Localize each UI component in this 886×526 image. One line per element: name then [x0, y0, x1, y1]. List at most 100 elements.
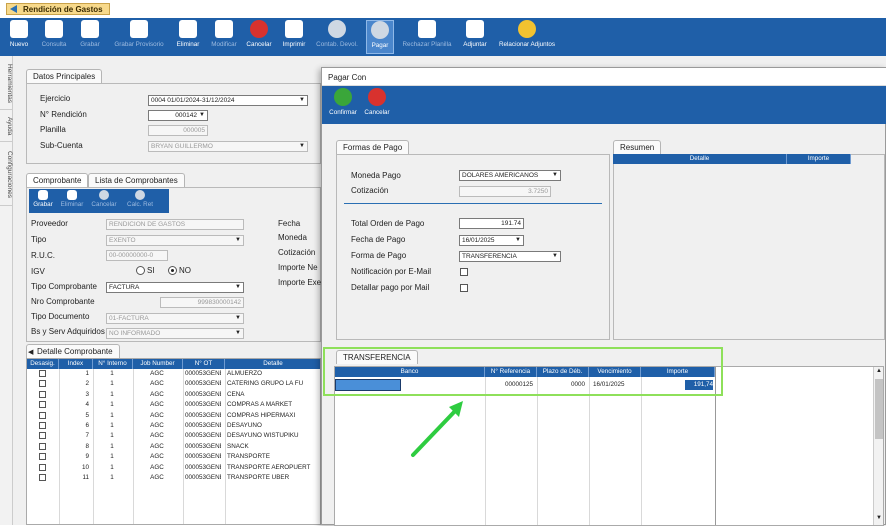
app-title-tab[interactable]: Rendición de Gastos: [6, 3, 110, 15]
desasig-checkbox[interactable]: [39, 463, 46, 471]
pagar-button[interactable]: Pagar: [366, 20, 394, 54]
scroll-thumb[interactable]: [875, 379, 883, 439]
grid-line: [589, 377, 590, 525]
col-nro-interno[interactable]: N° Interno: [93, 359, 133, 369]
tab-detalle-comprobante[interactable]: ◀ Detalle Comprobante: [26, 344, 120, 358]
desasig-checkbox[interactable]: [39, 411, 46, 419]
desasig-checkbox[interactable]: [39, 432, 46, 440]
adjuntar-button[interactable]: Adjuntar: [460, 20, 490, 54]
table-row[interactable]: 5 1 AGC 000053GENE COMPRAS HIPERMAXI: [27, 411, 320, 421]
tab-resumen[interactable]: Resumen: [613, 140, 662, 154]
grabar-button[interactable]: Grabar: [75, 20, 105, 54]
side-tab-herramientas[interactable]: Herramientas: [0, 58, 13, 110]
fecha-pago-select[interactable]: 16/01/2025: [459, 235, 524, 246]
resumen-header: Detalle Importe: [613, 154, 851, 164]
side-tab-ayuda[interactable]: Ayuda: [0, 112, 13, 142]
table-row[interactable]: 1 1 AGC 000053GENE ALMUERZO: [27, 369, 320, 379]
table-cell: 1: [110, 380, 114, 388]
desasig-checkbox[interactable]: [39, 474, 46, 481]
table-row[interactable]: 9 1 AGC 000053GENE TRANSPORTE: [27, 452, 320, 462]
igv-no-label: NO: [179, 266, 191, 275]
table-row[interactable]: 7 1 AGC 000053GENE DESAYUNO WISTUPIKU: [27, 431, 320, 441]
table-cell: 1: [110, 411, 114, 419]
table-cell: 000053GENE: [185, 401, 221, 409]
resumen-col-detalle[interactable]: Detalle: [613, 154, 787, 164]
desasig-checkbox[interactable]: [39, 401, 46, 409]
nuevo-button[interactable]: Nuevo: [6, 20, 32, 54]
detallar-checkbox[interactable]: [460, 284, 468, 292]
igv-si-radio[interactable]: [136, 266, 145, 275]
ruc-label: R.U.C.: [31, 251, 55, 260]
nro-rendicion-select[interactable]: 000142: [148, 110, 208, 121]
cancel-icon: [250, 20, 268, 38]
side-tabs: Herramientas Ayuda Configuraciones: [0, 56, 13, 525]
imprimir-button[interactable]: Imprimir: [279, 20, 309, 54]
side-tab-configuraciones[interactable]: Configuraciones: [0, 144, 13, 206]
table-cell: 9: [85, 453, 89, 461]
tab-formas-de-pago[interactable]: Formas de Pago: [336, 140, 410, 154]
col-job-number[interactable]: Job Number: [133, 359, 183, 369]
scroll-up-icon[interactable]: ▲: [876, 368, 882, 374]
table-cell: AGC: [150, 411, 164, 419]
vertical-scrollbar[interactable]: ▲ ▼: [873, 367, 883, 525]
table-cell: DESAYUNO WISTUPIKU: [227, 432, 299, 440]
col-nro-ot[interactable]: N° OT: [183, 359, 225, 369]
scroll-down-icon[interactable]: ▼: [876, 515, 882, 521]
desasig-checkbox[interactable]: [39, 380, 46, 388]
table-row[interactable]: 10 1 AGC 000053GENE TRANSPORTE AEROPUERT: [27, 463, 320, 473]
igv-no-radio[interactable]: [168, 266, 177, 275]
consulta-button[interactable]: Consulta: [38, 20, 70, 54]
notificacion-checkbox[interactable]: [460, 268, 468, 276]
resumen-col-importe[interactable]: Importe: [787, 154, 851, 164]
relacionar-adjuntos-button[interactable]: Relacionar Adjuntos: [494, 20, 560, 54]
eliminar-button[interactable]: Eliminar: [173, 20, 203, 54]
proveedor-label: Proveedor: [31, 219, 68, 228]
confirmar-button[interactable]: Confirmar: [328, 88, 358, 122]
attach-icon: [466, 20, 484, 38]
forma-pago-select[interactable]: TRANSFERENCIA: [459, 251, 561, 262]
desasig-checkbox[interactable]: [39, 370, 46, 377]
desasig-checkbox[interactable]: [39, 422, 46, 429]
col-desasig[interactable]: Desasig.: [27, 359, 59, 369]
proveedor-field: RENDICION DE GASTOS: [106, 219, 244, 230]
table-row[interactable]: 2 1 AGC 000053GENE CATERING GRUPO LA FU: [27, 379, 320, 389]
desasig-checkbox[interactable]: [39, 390, 46, 398]
col-detalle[interactable]: Detalle: [225, 359, 320, 369]
grid-line: [485, 377, 486, 525]
desasig-checkbox[interactable]: [39, 453, 46, 461]
cancel-icon: [368, 88, 386, 106]
desasig-checkbox[interactable]: [39, 442, 46, 450]
grid-line: [225, 369, 226, 524]
ejercicio-select[interactable]: 0004 01/01/2024-31/12/2024: [148, 95, 308, 106]
cancelar-button[interactable]: Cancelar: [244, 20, 274, 54]
dialog-cancelar-button[interactable]: Cancelar: [362, 88, 392, 122]
annotation-arrow-icon: [411, 401, 463, 457]
grabar-provisorio-button[interactable]: Grabar Provisorio: [110, 20, 168, 54]
table-row[interactable]: 4 1 AGC 000053GENE COMPRAS A MARKET: [27, 400, 320, 410]
tab-datos-principales[interactable]: Datos Principales: [26, 69, 103, 83]
table-cell: 1: [110, 390, 114, 398]
total-orden-field[interactable]: 191.74: [459, 218, 524, 229]
calc-icon: [135, 190, 145, 200]
rechazar-planilla-button[interactable]: Rechazar Planilla: [398, 20, 456, 54]
edit-icon: [215, 20, 233, 38]
table-cell: 000053GENE: [185, 453, 221, 461]
tab-lista-comprobantes[interactable]: Lista de Comprobantes: [88, 173, 185, 187]
table-row[interactable]: 3 1 AGC 000053GENE CENA: [27, 390, 320, 400]
moneda-pago-select[interactable]: DOLARES AMERICANOS: [459, 170, 561, 181]
col-index[interactable]: Index: [59, 359, 93, 369]
table-row[interactable]: 8 1 AGC 000053GENE SNACK: [27, 442, 320, 452]
tipo-comprobante-select[interactable]: FACTURA: [106, 282, 244, 293]
grid-line: [537, 377, 538, 525]
table-row[interactable]: 6 1 AGC 000053GENE DESAYUNO: [27, 421, 320, 431]
table-cell: AGC: [150, 390, 164, 398]
modificar-button[interactable]: Modificar: [207, 20, 241, 54]
table-cell: DESAYUNO: [227, 422, 262, 429]
table-row[interactable]: 11 1 AGC 000053GENE TRANSPORTE UBER: [27, 473, 320, 483]
detalle-grid-header: Desasig. Index N° Interno Job Number N° …: [27, 359, 320, 369]
importe-neto-label: Importe Ne: [278, 263, 318, 272]
table-cell: 1: [110, 422, 114, 429]
tab-comprobante[interactable]: Comprobante: [26, 173, 89, 187]
reject-doc-icon: [418, 20, 436, 38]
contab-devol-button[interactable]: Contab. Devol.: [313, 20, 361, 54]
